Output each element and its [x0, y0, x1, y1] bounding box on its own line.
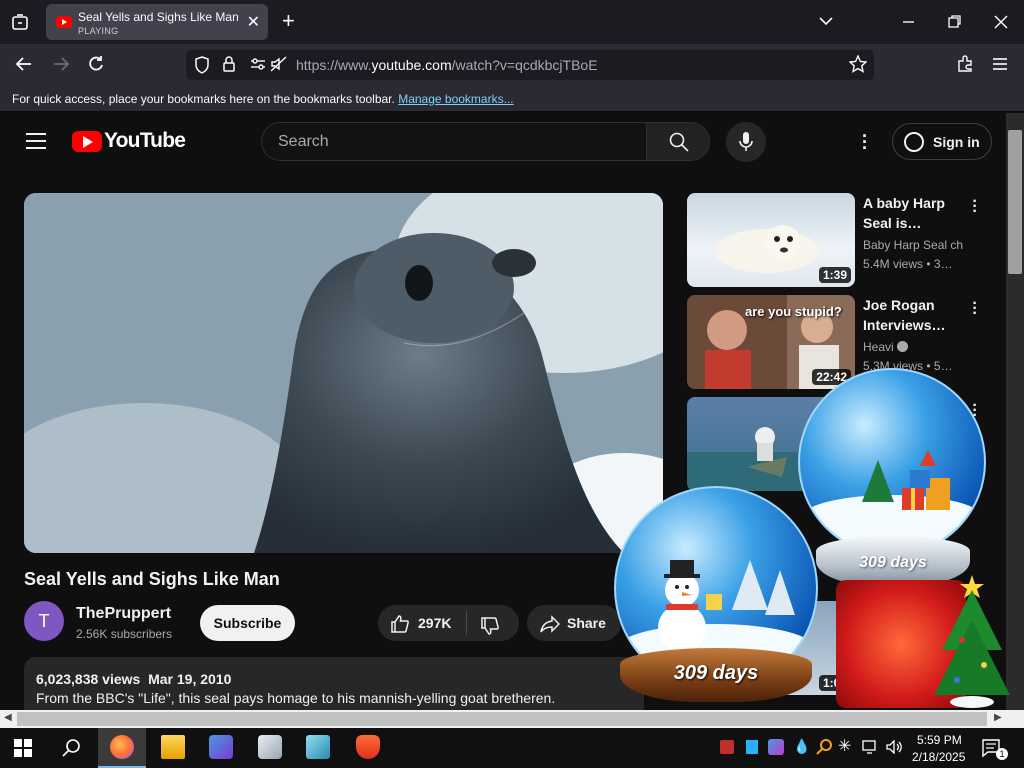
settings-more-icon[interactable]: · · · — [862, 127, 868, 157]
shield-icon[interactable] — [194, 56, 210, 74]
recommendation-thumbnail[interactable]: are you stupid? 22:42 — [687, 295, 855, 389]
lock-icon[interactable] — [222, 55, 236, 73]
manage-bookmarks-link[interactable]: Manage bookmarks... — [398, 92, 513, 106]
recommendation-views: 5.4M views • 3… — [863, 257, 953, 271]
taskbar-time[interactable]: 5:59 PM — [917, 733, 962, 747]
sign-in-button[interactable]: Sign in — [892, 123, 992, 160]
search-icon — [669, 132, 689, 152]
days-counter-wood: 309 days — [673, 662, 759, 684]
christmas-tree-icon — [934, 575, 1010, 708]
volume-icon[interactable] — [886, 740, 904, 754]
bookmarks-toolbar: For quick access, place your bookmarks h… — [0, 86, 1024, 112]
subscriber-count: 2.56K subscribers — [76, 627, 173, 641]
recommendation-channel[interactable]: Baby Harp Seal ch — [863, 238, 963, 252]
permissions-icon[interactable] — [250, 57, 266, 71]
minimize-icon[interactable] — [902, 20, 916, 24]
account-icon — [904, 132, 924, 152]
microphone-icon — [739, 132, 753, 151]
new-tab-icon[interactable]: + — [282, 10, 295, 32]
recommendation-channel[interactable]: Heavi — [863, 340, 963, 354]
extensions-icon[interactable] — [956, 55, 974, 73]
bookmarks-message: For quick access, place your bookmarks h… — [12, 92, 395, 106]
snow-globe-gadget[interactable] — [798, 368, 986, 556]
tab-list-icon[interactable] — [11, 13, 29, 31]
url-text[interactable]: https://www.youtube.com/watch?v=qcdkbcjT… — [296, 57, 598, 73]
recommendation-title[interactable]: Joe Rogan Interviews… — [863, 295, 968, 335]
description-text: From the BBC's "Life", this seal pays ho… — [36, 690, 556, 706]
tray-app-icon[interactable] — [768, 739, 784, 755]
video-duration: 1:39 — [818, 267, 851, 283]
recommendation-thumbnail[interactable]: 1:39 — [687, 193, 855, 287]
brave-browser-icon[interactable] — [356, 735, 380, 759]
autoplay-blocked-icon[interactable] — [270, 56, 288, 72]
tab-title: Seal Yells and Sighs Like Man - — [78, 10, 238, 24]
tab-status: PLAYING — [78, 26, 119, 36]
network-icon[interactable] — [862, 740, 880, 754]
bookmark-star-icon[interactable] — [849, 55, 867, 73]
scroll-left-icon[interactable]: ◀ — [4, 712, 12, 723]
dislike-icon[interactable] — [480, 616, 500, 636]
chevron-down-icon[interactable] — [818, 15, 834, 27]
taskbar-date[interactable]: 2/18/2025 — [912, 750, 965, 764]
back-arrow-icon[interactable] — [15, 56, 33, 72]
sign-in-label: Sign in — [933, 134, 980, 150]
tray-droplet-icon[interactable]: 💧 — [793, 738, 810, 755]
subscribe-button[interactable]: Subscribe — [200, 605, 295, 641]
voice-search-button[interactable] — [726, 122, 766, 162]
forward-arrow-icon[interactable] — [52, 56, 70, 72]
firefox-icon[interactable] — [110, 735, 134, 759]
file-explorer-icon[interactable] — [161, 735, 185, 759]
app-icon-network[interactable] — [209, 735, 233, 759]
video-frame-seal — [24, 193, 663, 553]
like-count[interactable]: 297K — [418, 615, 451, 631]
reload-icon[interactable] — [87, 55, 105, 73]
recommendation-title[interactable]: A baby Harp Seal is… — [863, 193, 968, 233]
close-window-icon[interactable] — [994, 15, 1008, 29]
share-icon — [540, 615, 560, 633]
app-icon-gadget[interactable] — [258, 735, 282, 759]
description-meta: 6,023,838 views Mar 19, 2010 — [36, 671, 232, 687]
youtube-logo-icon[interactable] — [72, 131, 102, 152]
windows-start-icon[interactable] — [14, 739, 32, 757]
days-counter-silver: 309 days — [859, 554, 927, 571]
app-icon-notes[interactable] — [306, 735, 330, 759]
vertical-scrollbar-thumb[interactable] — [1008, 130, 1022, 274]
share-label: Share — [567, 615, 606, 631]
tray-search-tool-icon[interactable] — [816, 739, 832, 755]
notification-count: 1 — [996, 748, 1008, 760]
tray-snowflake-icon[interactable]: ✳ — [838, 736, 851, 756]
horizontal-scrollbar-thumb[interactable] — [17, 712, 987, 726]
youtube-logo-text[interactable]: YouTube — [104, 129, 186, 153]
active-tab[interactable]: Seal Yells and Sighs Like Man - PLAYING … — [46, 4, 268, 40]
channel-avatar[interactable]: T — [24, 601, 64, 641]
youtube-favicon-icon — [56, 16, 72, 28]
tray-app-icon[interactable] — [746, 740, 758, 754]
verified-badge-icon — [897, 341, 909, 352]
menu-icon[interactable] — [992, 57, 1008, 71]
video-player[interactable] — [24, 193, 663, 553]
taskbar-search-icon[interactable] — [62, 738, 82, 758]
video-title: Seal Yells and Sighs Like Man — [24, 569, 280, 589]
christmas-gifts-icon — [862, 450, 950, 510]
channel-name[interactable]: ThePruppert — [76, 605, 171, 623]
guide-menu-icon[interactable] — [26, 133, 46, 154]
thumbnail-caption: are you stupid? — [745, 304, 842, 319]
tray-app-icon[interactable] — [720, 740, 734, 754]
search-button[interactable] — [646, 122, 710, 161]
more-actions-icon[interactable]: · · · — [972, 296, 978, 322]
search-input[interactable]: Search — [261, 122, 647, 161]
restore-icon[interactable] — [948, 15, 962, 29]
snowman-icon — [658, 560, 795, 650]
like-icon[interactable] — [390, 614, 410, 634]
close-tab-icon[interactable]: ✕ — [247, 12, 260, 32]
globe-base-wood: 309 days — [620, 648, 812, 702]
scroll-right-icon[interactable]: ▶ — [994, 712, 1002, 723]
more-actions-icon[interactable]: · · · — [972, 194, 978, 220]
